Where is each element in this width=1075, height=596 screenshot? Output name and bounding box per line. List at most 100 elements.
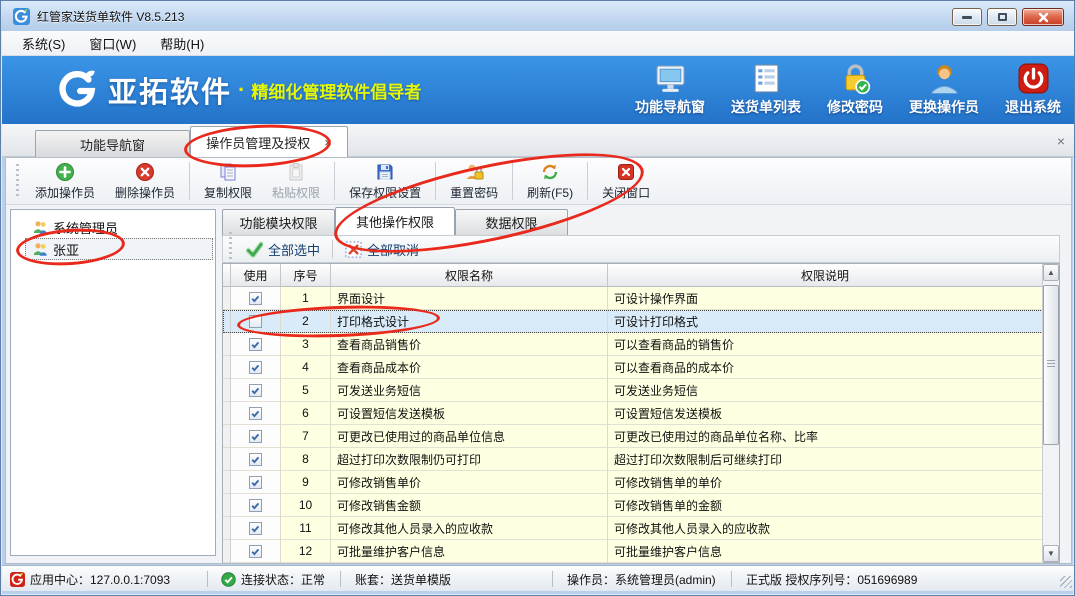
checkbox-checked[interactable] [249, 384, 262, 397]
header-indicator-cell [223, 264, 231, 287]
checkbox-checked[interactable] [249, 522, 262, 535]
permission-desc-cell: 可修改其他人员录入的应收款 [608, 517, 1043, 540]
table-row[interactable]: 12可批量维护客户信息可批量维护客户信息 [223, 540, 1059, 563]
table-row[interactable]: 11可修改其他人员录入的应收款可修改其他人员录入的应收款 [223, 517, 1059, 540]
menu-item-1[interactable]: 窗口(W) [79, 32, 146, 55]
permission-desc-cell: 可设置短信发送模板 [608, 402, 1043, 425]
table-row[interactable]: 3查看商品销售价可以查看商品的销售价 [223, 333, 1059, 356]
use-cell [231, 310, 281, 333]
banner-action-label: 功能导航窗 [635, 97, 705, 117]
toolbar-button-label: 粘贴权限 [272, 184, 320, 201]
toolbar-grip [228, 232, 233, 266]
row-indicator-cell [223, 517, 231, 540]
tabstrip-close-icon[interactable]: × [1057, 133, 1065, 149]
status-license: 正式版 授权序列号：051696989 [746, 566, 917, 592]
tree-item-label: 张亚 [53, 240, 79, 259]
users-icon [32, 241, 48, 257]
title-bar[interactable]: 红管家送货单软件 V8.5.213 [1, 1, 1075, 31]
permission-desc-cell: 可更改已使用过的商品单位名称、比率 [608, 425, 1043, 448]
serial-cell: 5 [281, 379, 331, 402]
banner-action-change-password[interactable]: 修改密码 [827, 62, 883, 117]
column-header-权限名称[interactable]: 权限名称 [331, 264, 608, 287]
resize-grip-icon[interactable] [1060, 576, 1072, 588]
close-window-button[interactable]: 关闭窗口 [592, 159, 660, 204]
scrollbar-thumb[interactable] [1043, 285, 1059, 445]
banner-action-switch-operator[interactable]: 更换操作员 [909, 62, 979, 117]
checkbox-checked[interactable] [249, 453, 262, 466]
table-row[interactable]: 7可更改已使用过的商品单位信息可更改已使用过的商品单位名称、比率 [223, 425, 1059, 448]
refresh-button[interactable]: 刷新(F5) [517, 159, 583, 204]
checkbox-checked[interactable] [249, 338, 262, 351]
banner-action-exit-system[interactable]: 退出系统 [1005, 62, 1061, 117]
table-row[interactable]: 10可修改销售金额可修改销售单的金额 [223, 494, 1059, 517]
toolbar-button-label: 添加操作员 [35, 184, 95, 201]
reset-password-icon [464, 162, 484, 182]
app-window: 红管家送货单软件 V8.5.213 系统(S)窗口(W)帮助(H) 亚拓软件 ·… [0, 0, 1075, 596]
maximize-button[interactable] [987, 8, 1017, 26]
tab-label: 功能导航窗 [80, 135, 145, 154]
permission-name-cell: 界面设计 [331, 287, 608, 310]
use-cell [231, 471, 281, 494]
separator [587, 162, 588, 200]
banner-action-delivery-order-list[interactable]: 送货单列表 [731, 62, 801, 117]
column-header-权限说明[interactable]: 权限说明 [608, 264, 1043, 287]
tree-item-系统管理员[interactable]: 系统管理员 [25, 216, 213, 238]
checkbox-checked[interactable] [249, 361, 262, 374]
table-row[interactable]: 8超过打印次数限制仍可打印超过打印次数限制后可继续打印 [223, 448, 1059, 471]
checkbox-checked[interactable] [249, 292, 262, 305]
scroll-down-icon[interactable]: ▼ [1043, 545, 1059, 562]
column-header-使用[interactable]: 使用 [231, 264, 281, 287]
deselect-all-button[interactable]: 全部取消 [337, 238, 427, 261]
deselect-all-label: 全部取消 [367, 240, 419, 259]
checkbox-unchecked[interactable] [249, 315, 262, 328]
save-permission-settings-button[interactable]: 保存权限设置 [339, 159, 431, 204]
tab-data-permissions[interactable]: 数据权限 [455, 209, 568, 235]
brand-logo-icon [54, 67, 100, 113]
tab-other-operation-permissions[interactable]: 其他操作权限 [335, 207, 455, 235]
permission-name-cell: 查看商品成本价 [331, 356, 608, 379]
table-row[interactable]: 9可修改销售单价可修改销售单的单价 [223, 471, 1059, 494]
permission-desc-cell: 可修改销售单的金额 [608, 494, 1043, 517]
checkbox-checked[interactable] [249, 407, 262, 420]
close-button[interactable] [1022, 8, 1064, 26]
checkbox-checked[interactable] [249, 499, 262, 512]
tab-operator-management[interactable]: 操作员管理及授权× [190, 126, 348, 157]
checkbox-checked[interactable] [249, 545, 262, 558]
status-connection: 连接状态：正常 [221, 566, 325, 592]
checkbox-checked[interactable] [249, 430, 262, 443]
tab-module-permissions[interactable]: 功能模块权限 [222, 209, 335, 235]
checkbox-checked[interactable] [249, 476, 262, 489]
table-row[interactable]: 5可发送业务短信可发送业务短信 [223, 379, 1059, 402]
banner: 亚拓软件 · 精细化管理软件倡导者 功能导航窗送货单列表修改密码更换操作员退出系… [2, 56, 1075, 124]
table-row[interactable]: 2打印格式设计可设计打印格式 [223, 310, 1059, 333]
copy-permission-button[interactable]: 复制权限 [194, 159, 262, 204]
vertical-scrollbar[interactable]: ▲ ▼ [1042, 264, 1059, 562]
app-center-text: 应用中心：127.0.0.1:7093 [30, 571, 170, 588]
banner-action-function-nav-window[interactable]: 功能导航窗 [635, 62, 705, 117]
select-all-button[interactable]: 全部选中 [238, 238, 328, 261]
paste-permission-button: 粘贴权限 [262, 159, 330, 204]
selection-toolbar: 全部选中 全部取消 [222, 235, 1060, 263]
column-header-序号[interactable]: 序号 [281, 264, 331, 287]
tab-close-icon[interactable]: × [324, 135, 332, 150]
serial-cell: 2 [281, 310, 331, 333]
reset-password-button[interactable]: 重置密码 [440, 159, 508, 204]
tab-function-nav[interactable]: 功能导航窗 [35, 130, 190, 157]
add-operator-button[interactable]: 添加操作员 [25, 159, 105, 204]
scroll-up-icon[interactable]: ▲ [1043, 264, 1059, 281]
minimize-button[interactable] [952, 8, 982, 26]
delete-operator-icon [135, 162, 155, 182]
table-row[interactable]: 4查看商品成本价可以查看商品的成本价 [223, 356, 1059, 379]
serial-cell: 12 [281, 540, 331, 563]
tree-item-张亚[interactable]: 张亚 [25, 238, 213, 260]
delete-operator-button[interactable]: 删除操作员 [105, 159, 185, 204]
separator [207, 571, 208, 587]
menu-item-2[interactable]: 帮助(H) [150, 32, 214, 55]
users-icon [32, 219, 48, 235]
permission-tab-strip: 功能模块权限其他操作权限数据权限 [222, 207, 1060, 235]
row-indicator-cell [223, 356, 231, 379]
table-row[interactable]: 1界面设计可设计操作界面 [223, 287, 1059, 310]
separator [332, 240, 333, 258]
table-row[interactable]: 6可设置短信发送模板可设置短信发送模板 [223, 402, 1059, 425]
menu-item-0[interactable]: 系统(S) [12, 32, 75, 55]
